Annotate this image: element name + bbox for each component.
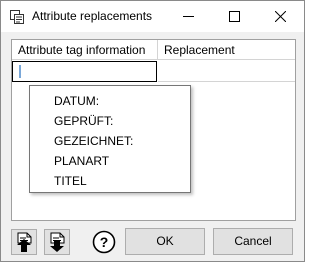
ok-button[interactable]: OK: [125, 228, 205, 255]
app-icon: [9, 9, 25, 25]
close-icon: [275, 11, 286, 22]
svg-text:?: ?: [100, 234, 109, 250]
autocomplete-dropdown[interactable]: DATUM: GEPRÜFT: GEZEICHNET: PLANART TITE…: [29, 85, 191, 193]
cancel-button[interactable]: Cancel: [213, 228, 293, 255]
minimize-icon: [183, 16, 194, 17]
export-button[interactable]: [44, 229, 70, 255]
dropdown-item[interactable]: DATUM:: [54, 92, 99, 110]
column-header-attribute-tag[interactable]: Attribute tag information: [12, 40, 158, 60]
maximize-icon: [229, 11, 240, 22]
column-header-replacement[interactable]: Replacement: [158, 40, 295, 60]
dropdown-item[interactable]: TITEL: [54, 172, 87, 190]
export-arrow-down-icon: [50, 232, 65, 252]
dropdown-item[interactable]: GEPRÜFT:: [54, 112, 113, 130]
import-arrow-up-icon: [17, 232, 32, 252]
dropdown-item[interactable]: PLANART: [54, 152, 109, 170]
help-icon: ?: [92, 230, 116, 254]
replacement-cell[interactable]: [158, 61, 295, 82]
minimize-button[interactable]: [166, 1, 212, 32]
close-button[interactable]: [258, 1, 304, 32]
dropdown-item[interactable]: GEZEICHNET:: [54, 132, 133, 150]
attribute-replacements-dialog: Attribute replacements Attribute tag inf…: [0, 0, 305, 262]
maximize-button[interactable]: [212, 1, 258, 32]
window-title: Attribute replacements: [32, 9, 153, 23]
text-caret: [19, 65, 21, 78]
attribute-tag-cell-editor[interactable]: [12, 61, 157, 82]
import-button[interactable]: [11, 229, 37, 255]
help-button[interactable]: ?: [92, 230, 116, 254]
title-bar[interactable]: Attribute replacements: [1, 1, 304, 32]
